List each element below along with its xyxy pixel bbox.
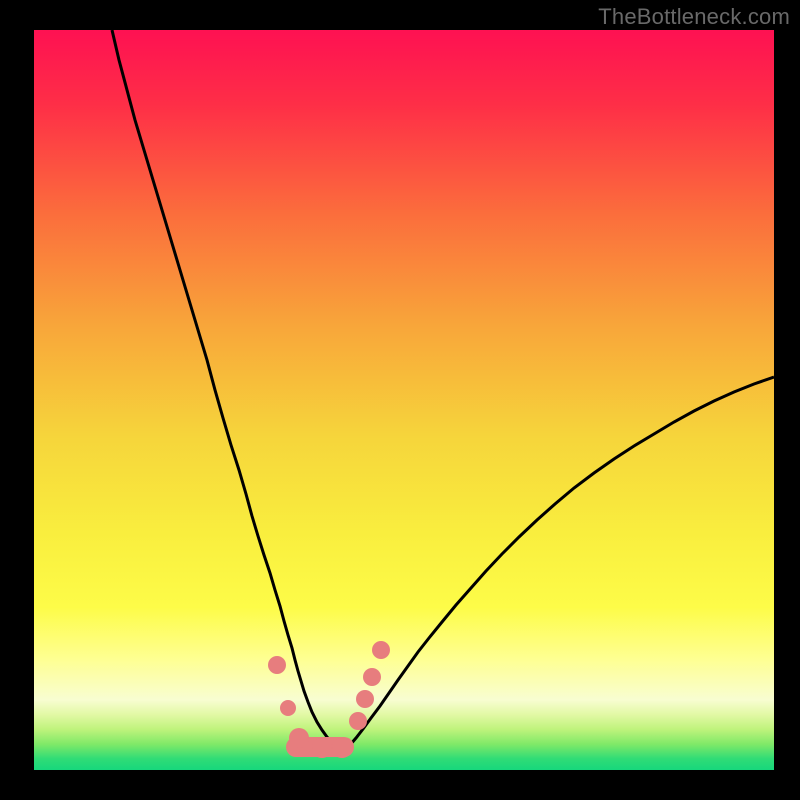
data-marker	[280, 700, 296, 716]
plot-area	[34, 30, 774, 770]
data-marker	[356, 690, 374, 708]
data-marker	[289, 728, 309, 748]
data-marker	[372, 641, 390, 659]
chart-svg	[34, 30, 774, 770]
gradient-background	[34, 30, 774, 770]
data-marker	[363, 668, 381, 686]
data-marker	[268, 656, 286, 674]
chart-frame: TheBottleneck.com	[0, 0, 800, 800]
watermark-text: TheBottleneck.com	[598, 4, 790, 30]
data-marker	[349, 712, 367, 730]
data-marker	[312, 738, 332, 758]
data-marker	[332, 738, 352, 758]
